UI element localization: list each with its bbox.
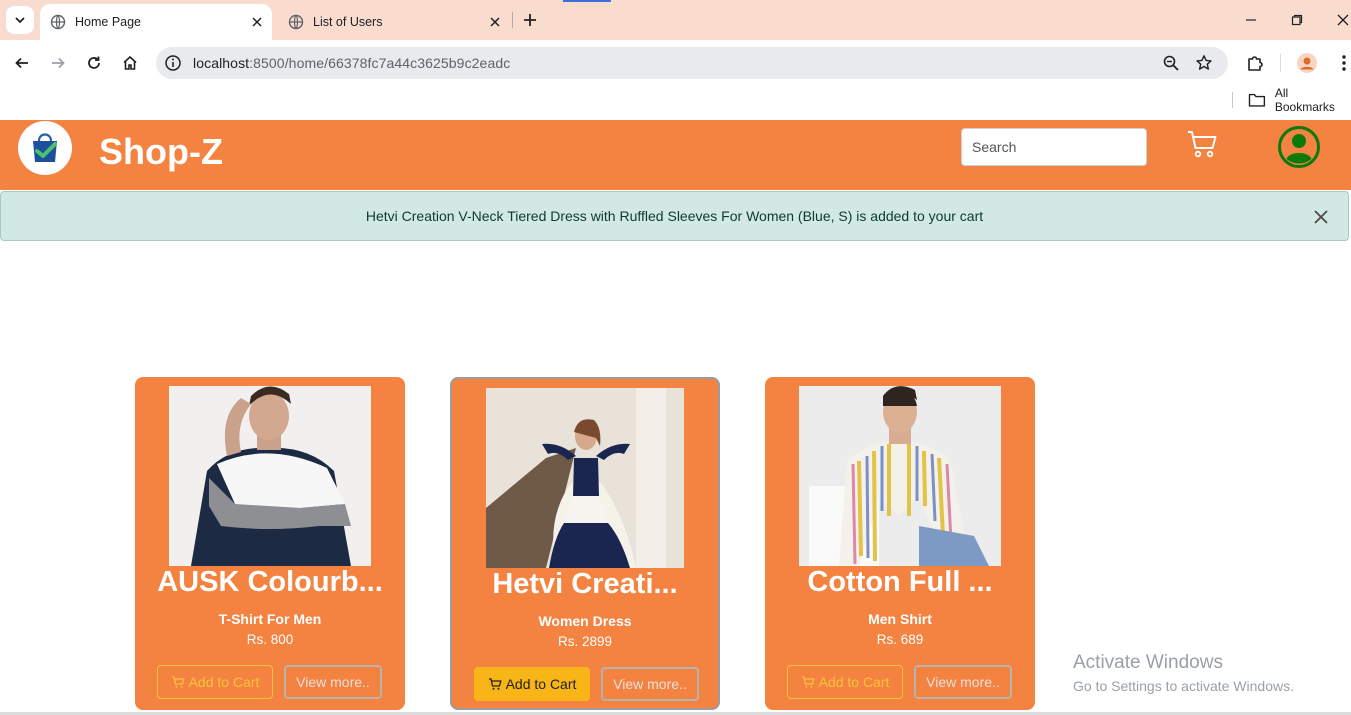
product-card: Cotton Full ... Men Shirt Rs. 689 Add to…: [765, 377, 1035, 710]
puzzle-icon: [1248, 56, 1263, 71]
view-more-label: View more..: [926, 674, 1000, 690]
plus-icon: [524, 14, 536, 26]
product-category: Women Dress: [538, 613, 632, 629]
site-header: Shop-Z: [0, 120, 1351, 190]
view-more-label: View more..: [296, 674, 370, 690]
cart-icon: [801, 676, 815, 688]
zoom-icon[interactable]: [1162, 54, 1180, 72]
menu-button[interactable]: [1333, 52, 1351, 74]
add-to-cart-button[interactable]: Add to Cart: [787, 665, 903, 699]
minimize-button[interactable]: [1240, 9, 1262, 31]
add-to-cart-label: Add to Cart: [505, 676, 577, 692]
tab-list-of-users[interactable]: List of Users: [278, 4, 510, 40]
extensions-button[interactable]: [1244, 52, 1266, 74]
home-icon: [123, 55, 137, 70]
product-name[interactable]: AUSK Colourb...: [135, 566, 405, 599]
back-button[interactable]: [11, 52, 33, 74]
alert-message: Hetvi Creation V-Neck Tiered Dress with …: [365, 208, 984, 224]
shopping-bag-icon: [33, 133, 57, 162]
forward-button[interactable]: [47, 52, 69, 74]
tab-home-page[interactable]: Home Page: [40, 4, 272, 40]
user-profile-icon[interactable]: [1277, 125, 1321, 169]
arrow-left-icon: [15, 57, 28, 69]
product-price: Rs. 800: [246, 632, 294, 647]
arrow-right-icon: [52, 57, 65, 69]
url-text: localhost:8500/home/66378fc7a44c3625b9c2…: [193, 55, 510, 71]
close-icon: [1337, 14, 1349, 26]
view-more-button[interactable]: View more..: [284, 665, 382, 699]
cart-icon[interactable]: [1186, 129, 1218, 159]
close-tab-icon[interactable]: [248, 13, 266, 31]
all-bookmarks-label: All Bookmarks: [1274, 86, 1335, 114]
bookmarks-separator: [1232, 92, 1233, 108]
reload-button[interactable]: [83, 52, 105, 74]
add-to-cart-button[interactable]: Add to Cart: [474, 667, 590, 701]
cart-icon: [171, 676, 185, 688]
chevron-down-icon: [15, 17, 25, 24]
tab-search-button[interactable]: [6, 6, 34, 34]
restore-icon: [1291, 14, 1303, 26]
add-to-cart-button[interactable]: Add to Cart: [157, 665, 273, 699]
profile-button[interactable]: [1296, 52, 1318, 74]
activate-windows-watermark: Activate Windows Go to Settings to activ…: [1073, 652, 1294, 694]
close-window-button[interactable]: [1332, 9, 1351, 31]
brand-name[interactable]: Shop-Z: [99, 131, 223, 173]
cart-added-alert: Hetvi Creation V-Neck Tiered Dress with …: [0, 191, 1349, 241]
tab-title: List of Users: [313, 15, 383, 29]
product-price: Rs. 689: [876, 632, 924, 647]
add-to-cart-label: Add to Cart: [188, 674, 260, 690]
globe-icon: [288, 14, 304, 30]
reload-icon: [88, 56, 100, 69]
product-card: AUSK Colourb... T-Shirt For Men Rs. 800 …: [135, 377, 405, 710]
product-card: Hetvi Creati... Women Dress Rs. 2899 Add…: [450, 377, 720, 710]
watermark-line-2: Go to Settings to activate Windows.: [1073, 678, 1294, 694]
site-info-icon[interactable]: [164, 54, 182, 72]
search-input[interactable]: [961, 128, 1147, 166]
close-icon[interactable]: [1312, 208, 1330, 226]
product-category: T-Shirt For Men: [218, 611, 322, 627]
cart-icon: [488, 678, 502, 690]
product-name[interactable]: Cotton Full ...: [765, 566, 1035, 599]
shop-logo[interactable]: [18, 121, 72, 175]
product-category: Men Shirt: [868, 611, 932, 627]
product-price: Rs. 2899: [557, 634, 613, 649]
tab-strip: Home Page List of Users: [0, 0, 1351, 40]
tab-title: Home Page: [75, 15, 142, 29]
add-to-cart-label: Add to Cart: [818, 674, 890, 690]
restore-button[interactable]: [1286, 9, 1308, 31]
product-image[interactable]: [799, 386, 1001, 566]
url-path: :8500/home/66378fc7a44c3625b9c2eadc: [249, 55, 511, 71]
toolbar-separator: [1280, 54, 1281, 72]
folder-icon: [1248, 93, 1266, 107]
kebab-menu-icon: [1342, 55, 1346, 71]
profile-avatar-icon: [1297, 53, 1317, 73]
url-host: localhost: [193, 55, 250, 71]
home-button[interactable]: [119, 52, 141, 74]
view-more-button[interactable]: View more..: [601, 667, 699, 701]
address-bar[interactable]: localhost:8500/home/66378fc7a44c3625b9c2…: [156, 47, 1228, 79]
product-name[interactable]: Hetvi Creati...: [452, 568, 718, 601]
new-tab-button[interactable]: [520, 10, 540, 30]
minimize-icon: [1246, 19, 1256, 21]
globe-icon: [50, 14, 66, 30]
close-tab-icon[interactable]: [486, 13, 504, 31]
watermark-line-1: Activate Windows: [1073, 652, 1223, 673]
tab-accent: [563, 0, 611, 2]
tab-separator: [512, 12, 513, 28]
product-image[interactable]: [486, 388, 684, 568]
view-more-button[interactable]: View more..: [914, 665, 1012, 699]
product-image[interactable]: [169, 386, 371, 566]
star-icon[interactable]: [1195, 54, 1213, 72]
all-bookmarks-button[interactable]: All Bookmarks: [1232, 86, 1351, 114]
view-more-label: View more..: [613, 676, 687, 692]
